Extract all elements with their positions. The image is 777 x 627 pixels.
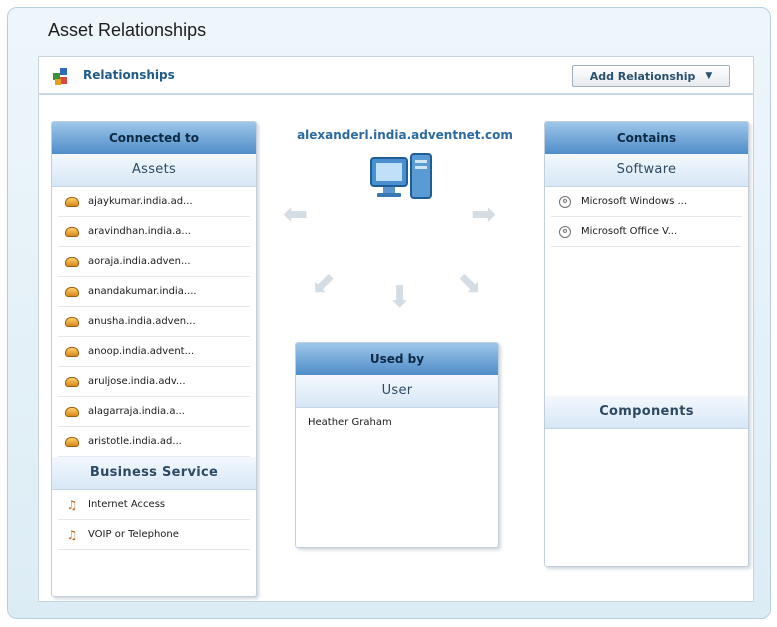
contains-box: Contains Software ⚙ Microsoft Windows ...… [544, 121, 749, 567]
list-item-label: anandakumar.india.... [88, 286, 197, 297]
asset-icon [64, 284, 80, 300]
components-subheader: Components [545, 396, 748, 429]
service-icon: ♫ [66, 497, 78, 512]
user-subheader: User [296, 375, 498, 408]
list-item-label: Microsoft Windows ... [581, 196, 688, 207]
list-item-label: anoop.india.advent... [88, 346, 195, 357]
add-relationship-label: Add Relationship [589, 69, 696, 83]
list-item[interactable]: ♫ Internet Access [58, 490, 250, 520]
list-item[interactable]: ⚙ Microsoft Windows ... [551, 187, 742, 217]
arrow-down-icon: ⬇ [387, 280, 413, 315]
add-relationship-button[interactable]: Add Relationship ▼ [572, 65, 730, 87]
computer-icon [370, 153, 432, 199]
software-icon: ⚙ [557, 194, 573, 210]
connected-to-header: Connected to [52, 122, 256, 154]
asset-icon [64, 254, 80, 270]
asset-icon [64, 404, 80, 420]
list-item-label: VOIP or Telephone [88, 529, 179, 540]
list-item[interactable]: anandakumar.india.... [58, 277, 250, 307]
software-list: ⚙ Microsoft Windows ... ⚙ Microsoft Office … [545, 187, 748, 396]
list-item-label: aoraja.india.adven... [88, 256, 191, 267]
arrow-down-left-icon: ⬋ [311, 266, 337, 301]
list-item-label: aruljose.india.adv... [88, 376, 186, 387]
asset-icon [64, 434, 80, 450]
asset-icon [64, 374, 80, 390]
asset-icon [64, 344, 80, 360]
assets-subheader: Assets [52, 154, 256, 187]
used-by-box: Used by User Heather Graham [295, 342, 499, 548]
list-item[interactable]: anoop.india.advent... [58, 337, 250, 367]
list-item[interactable]: ajaykumar.india.ad... [58, 187, 250, 217]
list-item[interactable]: aruljose.india.adv... [58, 367, 250, 397]
arrow-right-icon: ➡ [471, 197, 497, 232]
list-item-label: Internet Access [88, 499, 166, 510]
page-title: Asset Relationships [48, 20, 207, 40]
arrow-left-icon: ⬅ [283, 197, 309, 232]
list-item[interactable]: alagarraja.india.a... [58, 397, 250, 427]
center-host-name[interactable]: alexanderl.india.adventnet.com [285, 128, 525, 142]
list-item-label: ajaykumar.india.ad... [88, 196, 193, 207]
list-item-label: aristotle.india.ad... [88, 436, 182, 447]
list-item-label: alagarraja.india.a... [88, 406, 185, 417]
business-service-list: ♫ Internet Access ♫ VOIP or Telephone [52, 490, 256, 550]
list-item[interactable]: ⚙ Microsoft Office V... [551, 217, 742, 247]
list-item[interactable]: aoraja.india.adven... [58, 247, 250, 277]
software-subheader: Software [545, 154, 748, 187]
list-item-label: anusha.india.adven... [88, 316, 196, 327]
relationships-icon [53, 68, 67, 85]
relationships-panel: Relationships Add Relationship ▼ Connect… [38, 56, 754, 602]
list-item[interactable]: aristotle.india.ad... [58, 427, 250, 457]
asset-list: ajaykumar.india.ad... aravindhan.india.a.… [52, 187, 256, 457]
asset-icon [64, 194, 80, 210]
contains-header: Contains [545, 122, 748, 154]
list-item-label: aravindhan.india.a... [88, 226, 191, 237]
list-item[interactable]: aravindhan.india.a... [58, 217, 250, 247]
list-item-label: Microsoft Office V... [581, 226, 678, 237]
dropdown-caret-icon: ▼ [705, 71, 713, 81]
arrow-down-right-icon: ⬊ [457, 266, 483, 301]
software-icon: ⚙ [557, 224, 573, 240]
business-service-subheader: Business Service [52, 457, 256, 490]
user-item[interactable]: Heather Graham [308, 417, 392, 428]
list-item[interactable]: ♫ VOIP or Telephone [58, 520, 250, 550]
connected-to-box: Connected to Assets ajaykumar.india.ad..… [51, 121, 257, 597]
service-icon: ♫ [66, 527, 78, 542]
used-by-header: Used by [296, 343, 498, 375]
asset-icon [64, 314, 80, 330]
section-title: Relationships [83, 68, 175, 82]
panel-header: Relationships Add Relationship ▼ [39, 57, 753, 95]
list-item[interactable]: anusha.india.adven... [58, 307, 250, 337]
asset-icon [64, 224, 80, 240]
